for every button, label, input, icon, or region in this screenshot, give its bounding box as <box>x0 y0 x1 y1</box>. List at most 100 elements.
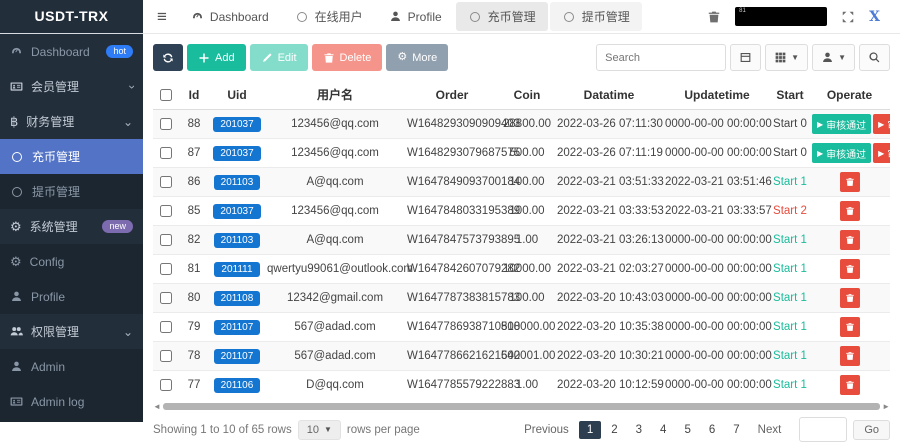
row-checkbox[interactable] <box>160 205 172 217</box>
page-number-4[interactable]: 4 <box>652 421 674 439</box>
sidebar-item-5[interactable]: 提币管理 <box>0 174 143 209</box>
uid-badge[interactable]: 201108 <box>214 291 261 306</box>
page-number-3[interactable]: 3 <box>628 421 650 439</box>
sidebar-item-1[interactable]: Dashboardhot <box>0 34 143 69</box>
row-checkbox[interactable] <box>160 263 172 275</box>
row-checkbox[interactable] <box>160 147 172 159</box>
page-number-1[interactable]: 1 <box>579 421 601 439</box>
row-checkbox[interactable] <box>160 350 172 362</box>
page-number-6[interactable]: 6 <box>701 421 723 439</box>
page-size-select[interactable]: 10▼ <box>298 420 341 440</box>
delete-row-button[interactable] <box>840 317 860 337</box>
column-header[interactable]: Start <box>771 80 809 110</box>
user-export-icon <box>821 51 834 64</box>
page-number-7[interactable]: 7 <box>725 421 747 439</box>
row-checkbox[interactable] <box>160 379 172 391</box>
delete-row-button[interactable] <box>840 375 860 395</box>
page-jump-input[interactable] <box>799 417 847 442</box>
column-header[interactable]: Uid <box>209 80 265 110</box>
play-icon: ▶ <box>878 149 884 158</box>
x-logo-icon[interactable]: X <box>869 9 880 25</box>
delete-row-button[interactable] <box>840 259 860 279</box>
uid-badge[interactable]: 201037 <box>213 146 260 161</box>
select-all-checkbox[interactable] <box>160 89 172 101</box>
search-input[interactable] <box>596 44 726 71</box>
column-header[interactable]: Datatime <box>555 80 663 110</box>
go-button[interactable]: Go <box>853 420 890 440</box>
sidebar-item-6[interactable]: ⚙系统管理new <box>0 209 143 244</box>
scroll-left-icon[interactable]: ◄ <box>153 402 161 412</box>
horizontal-scrollbar[interactable]: ◄ ► <box>153 402 890 412</box>
approve-button[interactable]: ▶审核通过 <box>812 143 871 163</box>
sidebar-item-2[interactable]: 会员管理‹ <box>0 69 143 104</box>
cell-uid: 201107 <box>209 313 265 342</box>
reject-button[interactable]: ▶审核失败 <box>873 114 890 134</box>
sidebar-item-4[interactable]: 充币管理 <box>0 139 143 174</box>
nav-tab-4[interactable]: 充币管理 <box>456 2 548 31</box>
delete-row-button[interactable] <box>840 230 860 250</box>
cell-start: Start 1 <box>771 255 809 284</box>
cell-select <box>153 284 179 313</box>
uid-badge[interactable]: 201103 <box>214 233 261 248</box>
column-header[interactable]: Coin <box>499 80 555 110</box>
nav-tab-3[interactable]: Profile <box>377 2 454 31</box>
trash-icon <box>845 380 855 390</box>
scrollbar-thumb[interactable] <box>163 403 880 410</box>
uid-badge[interactable]: 201111 <box>214 262 259 277</box>
next-page-button[interactable]: Next <box>750 421 790 439</box>
row-checkbox[interactable] <box>160 118 172 130</box>
row-checkbox[interactable] <box>160 234 172 246</box>
uid-badge[interactable]: 201107 <box>214 320 261 335</box>
search-toggle-button[interactable] <box>859 44 890 71</box>
scroll-right-icon[interactable]: ► <box>882 402 890 412</box>
uid-badge[interactable]: 201037 <box>213 204 260 219</box>
more-button[interactable]: ⚙More <box>386 44 448 71</box>
delete-row-button[interactable] <box>840 172 860 192</box>
delete-row-button[interactable] <box>840 346 860 366</box>
row-checkbox[interactable] <box>160 321 172 333</box>
row-checkbox[interactable] <box>160 292 172 304</box>
sidebar-item-10[interactable]: Admin <box>0 349 143 384</box>
sidebar-item-9[interactable]: 权限管理⌄ <box>0 314 143 349</box>
new-badge: new <box>102 220 133 233</box>
edit-button[interactable]: Edit <box>250 44 308 71</box>
cell-id: 81 <box>179 255 209 284</box>
approve-button[interactable]: ▶审核通过 <box>812 114 871 134</box>
cell-updatetime: 2022-03-21 03:51:46 <box>663 168 771 197</box>
sidebar-toggle-icon[interactable]: ≡ <box>153 7 177 27</box>
uid-badge[interactable]: 201037 <box>213 117 260 132</box>
nav-tab-5[interactable]: 提币管理 <box>550 2 642 31</box>
page-number-2[interactable]: 2 <box>603 421 625 439</box>
row-checkbox[interactable] <box>160 176 172 188</box>
sidebar-item-8[interactable]: Profile <box>0 279 143 314</box>
uid-badge[interactable]: 201107 <box>214 349 261 364</box>
reject-button[interactable]: ▶审核失败 <box>873 143 890 163</box>
uid-badge[interactable]: 201103 <box>214 175 261 190</box>
delete-row-button[interactable] <box>840 201 860 221</box>
uid-badge[interactable]: 201106 <box>214 378 261 393</box>
delete-button[interactable]: Delete <box>312 44 383 71</box>
chevron-left-icon: ‹ <box>124 85 138 89</box>
column-header[interactable]: Operate <box>809 80 890 110</box>
trash-icon[interactable] <box>707 10 721 24</box>
cell-select <box>153 255 179 284</box>
sidebar-item-7[interactable]: ⚙Config <box>0 244 143 279</box>
nav-tab-1[interactable]: Dashboard <box>179 2 281 31</box>
sidebar-item-11[interactable]: Admin log <box>0 384 143 419</box>
page-number-5[interactable]: 5 <box>676 421 698 439</box>
column-header[interactable]: Updatetime <box>663 80 771 110</box>
add-button[interactable]: Add <box>187 44 246 71</box>
sidebar-item-3[interactable]: ฿财务管理⌄ <box>0 104 143 139</box>
nav-tab-2[interactable]: 在线用户 <box>283 2 375 31</box>
column-header[interactable]: Order <box>405 80 499 110</box>
card-view-button[interactable] <box>730 44 761 71</box>
delete-row-button[interactable] <box>840 288 860 308</box>
table-row: 87201037123456@qq.comW164829307968757550… <box>153 139 890 168</box>
column-header[interactable]: 用户名 <box>265 80 405 110</box>
export-button[interactable]: ▼ <box>812 44 855 71</box>
column-header[interactable]: Id <box>179 80 209 110</box>
fullscreen-icon[interactable] <box>841 10 855 24</box>
refresh-button[interactable] <box>153 44 183 71</box>
columns-button[interactable]: ▼ <box>765 44 808 71</box>
previous-page-button[interactable]: Previous <box>516 421 577 439</box>
